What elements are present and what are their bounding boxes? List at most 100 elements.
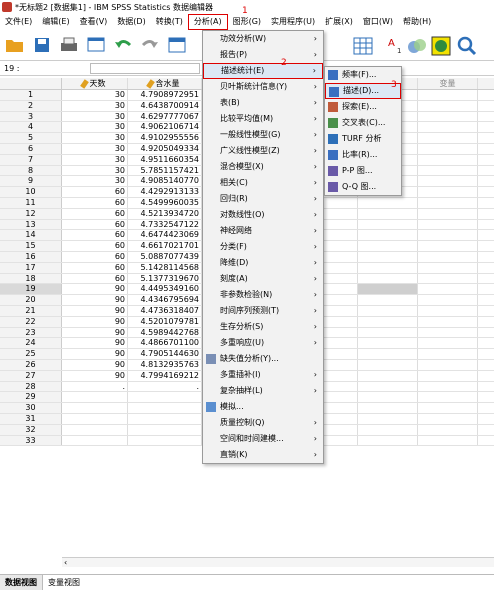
cell-water[interactable]: 4.7905144630 — [128, 349, 202, 359]
menu-item-descriptives-7[interactable]: Q-Q 图... — [325, 179, 401, 195]
cell-water[interactable]: 4.9062106714 — [128, 122, 202, 133]
cell-empty[interactable] — [418, 90, 478, 100]
menu-item-analyze-11[interactable]: 对数线性(O) › — [203, 207, 323, 223]
row-number[interactable]: 29 — [0, 392, 62, 403]
menu-item-analyze-1[interactable]: 报告(P) › — [203, 47, 323, 63]
cell-empty[interactable] — [418, 197, 478, 208]
cell-empty[interactable] — [418, 295, 478, 305]
cell-empty[interactable] — [358, 327, 418, 338]
cell-empty[interactable] — [358, 424, 418, 435]
row-number[interactable]: 15 — [0, 241, 62, 251]
cell-days[interactable]: 90 — [62, 327, 128, 338]
cell-empty[interactable] — [418, 230, 478, 241]
cell-days[interactable]: 90 — [62, 295, 128, 305]
cell-water[interactable]: 4.6474423069 — [128, 230, 202, 241]
cell-water[interactable]: 4.5989442768 — [128, 327, 202, 338]
cell-empty[interactable] — [418, 251, 478, 262]
menu-help[interactable]: 帮助(H) — [398, 14, 436, 30]
row-number[interactable]: 27 — [0, 370, 62, 381]
split-file-icon[interactable] — [352, 35, 374, 57]
row-number[interactable]: 11 — [0, 197, 62, 208]
cell-empty[interactable] — [418, 359, 478, 370]
tab-variable-view[interactable]: 变量视图 — [43, 575, 85, 590]
row-number[interactable]: 17 — [0, 262, 62, 273]
menu-file[interactable]: 文件(E) — [0, 14, 37, 30]
cell-water[interactable]: 4.4495349160 — [128, 284, 202, 295]
show-all-variables-icon[interactable] — [430, 35, 452, 57]
redo-icon[interactable] — [139, 34, 161, 56]
cell-empty[interactable] — [418, 392, 478, 403]
cell-days[interactable]: 60 — [62, 219, 128, 230]
cell-water[interactable]: 4.5201079781 — [128, 316, 202, 327]
cell-empty[interactable] — [358, 403, 418, 413]
cell-water[interactable] — [128, 424, 202, 435]
cell-empty[interactable] — [418, 187, 478, 197]
cell-water[interactable]: 4.8132935763 — [128, 359, 202, 370]
cell-water[interactable]: 4.6438700914 — [128, 100, 202, 111]
menu-item-analyze-20[interactable]: 缺失值分析(Y)... — [203, 351, 323, 367]
cell-days[interactable]: 60 — [62, 230, 128, 241]
menu-item-analyze-23[interactable]: 模拟... — [203, 399, 323, 415]
dialog-recall-icon[interactable] — [85, 34, 107, 56]
cell-days[interactable]: 30 — [62, 165, 128, 176]
cell-empty[interactable] — [418, 435, 478, 446]
menu-item-analyze-8[interactable]: 混合模型(X) › — [203, 159, 323, 175]
column-header-days[interactable]: 天数 — [62, 78, 128, 89]
cell-empty[interactable] — [358, 230, 418, 241]
row-number[interactable]: 28 — [0, 381, 62, 392]
cell-empty[interactable] — [358, 413, 418, 424]
cell-days[interactable]: 90 — [62, 370, 128, 381]
column-header-water[interactable]: 含水量 — [128, 78, 202, 89]
menu-item-descriptives-0[interactable]: 频率(F)... — [325, 67, 401, 83]
cell-empty[interactable] — [358, 338, 418, 349]
cell-empty[interactable] — [358, 359, 418, 370]
cell-empty[interactable] — [418, 413, 478, 424]
menu-item-analyze-16[interactable]: 非参数检验(N) › — [203, 287, 323, 303]
cell-days[interactable] — [62, 403, 128, 413]
horizontal-scrollbar[interactable]: ‹ — [62, 557, 494, 567]
cell-empty[interactable] — [358, 381, 418, 392]
open-folder-icon[interactable] — [4, 34, 26, 56]
menu-view[interactable]: 查看(V) — [75, 14, 113, 30]
cell-empty[interactable] — [418, 111, 478, 122]
corner-cell[interactable] — [0, 78, 62, 89]
row-number[interactable]: 13 — [0, 219, 62, 230]
cell-water[interactable]: 4.4866701100 — [128, 338, 202, 349]
row-number[interactable]: 5 — [0, 133, 62, 143]
cell-empty[interactable] — [418, 165, 478, 176]
menu-item-analyze-0[interactable]: 功效分析(W) › — [203, 31, 323, 47]
cell-days[interactable]: 90 — [62, 359, 128, 370]
menu-item-analyze-4[interactable]: 表(B) › — [203, 95, 323, 111]
cell-water[interactable]: 4.7994169212 — [128, 370, 202, 381]
cell-days[interactable] — [62, 435, 128, 446]
row-number[interactable]: 21 — [0, 305, 62, 316]
row-number[interactable]: 20 — [0, 295, 62, 305]
row-number[interactable]: 14 — [0, 230, 62, 241]
cell-days[interactable]: 90 — [62, 284, 128, 295]
cell-water[interactable]: 4.6297777067 — [128, 111, 202, 122]
cell-days[interactable]: 30 — [62, 111, 128, 122]
cell-empty[interactable] — [418, 273, 478, 284]
cell-empty[interactable] — [418, 338, 478, 349]
cell-water[interactable]: 4.9205049334 — [128, 143, 202, 154]
cell-days[interactable]: 30 — [62, 133, 128, 143]
cell-empty[interactable] — [418, 284, 478, 295]
cell-water[interactable]: . — [128, 381, 202, 392]
cell-days[interactable]: 60 — [62, 208, 128, 219]
row-number[interactable]: 25 — [0, 349, 62, 359]
cell-days[interactable]: 30 — [62, 100, 128, 111]
cell-empty[interactable] — [418, 370, 478, 381]
cell-empty[interactable] — [418, 176, 478, 187]
menu-utilities[interactable]: 实用程序(U) — [266, 14, 320, 30]
cell-empty[interactable] — [358, 349, 418, 359]
cell-water[interactable] — [128, 392, 202, 403]
cell-days[interactable]: 90 — [62, 338, 128, 349]
cell-water[interactable]: 4.7908972951 — [128, 90, 202, 100]
cell-empty[interactable] — [358, 370, 418, 381]
cell-empty[interactable] — [358, 219, 418, 230]
row-number[interactable]: 7 — [0, 154, 62, 165]
menu-graphs[interactable]: 图形(G) — [228, 14, 266, 30]
menu-item-analyze-25[interactable]: 空间和时间建模... › — [203, 431, 323, 447]
cell-water[interactable]: 4.9102955556 — [128, 133, 202, 143]
row-number[interactable]: 30 — [0, 403, 62, 413]
